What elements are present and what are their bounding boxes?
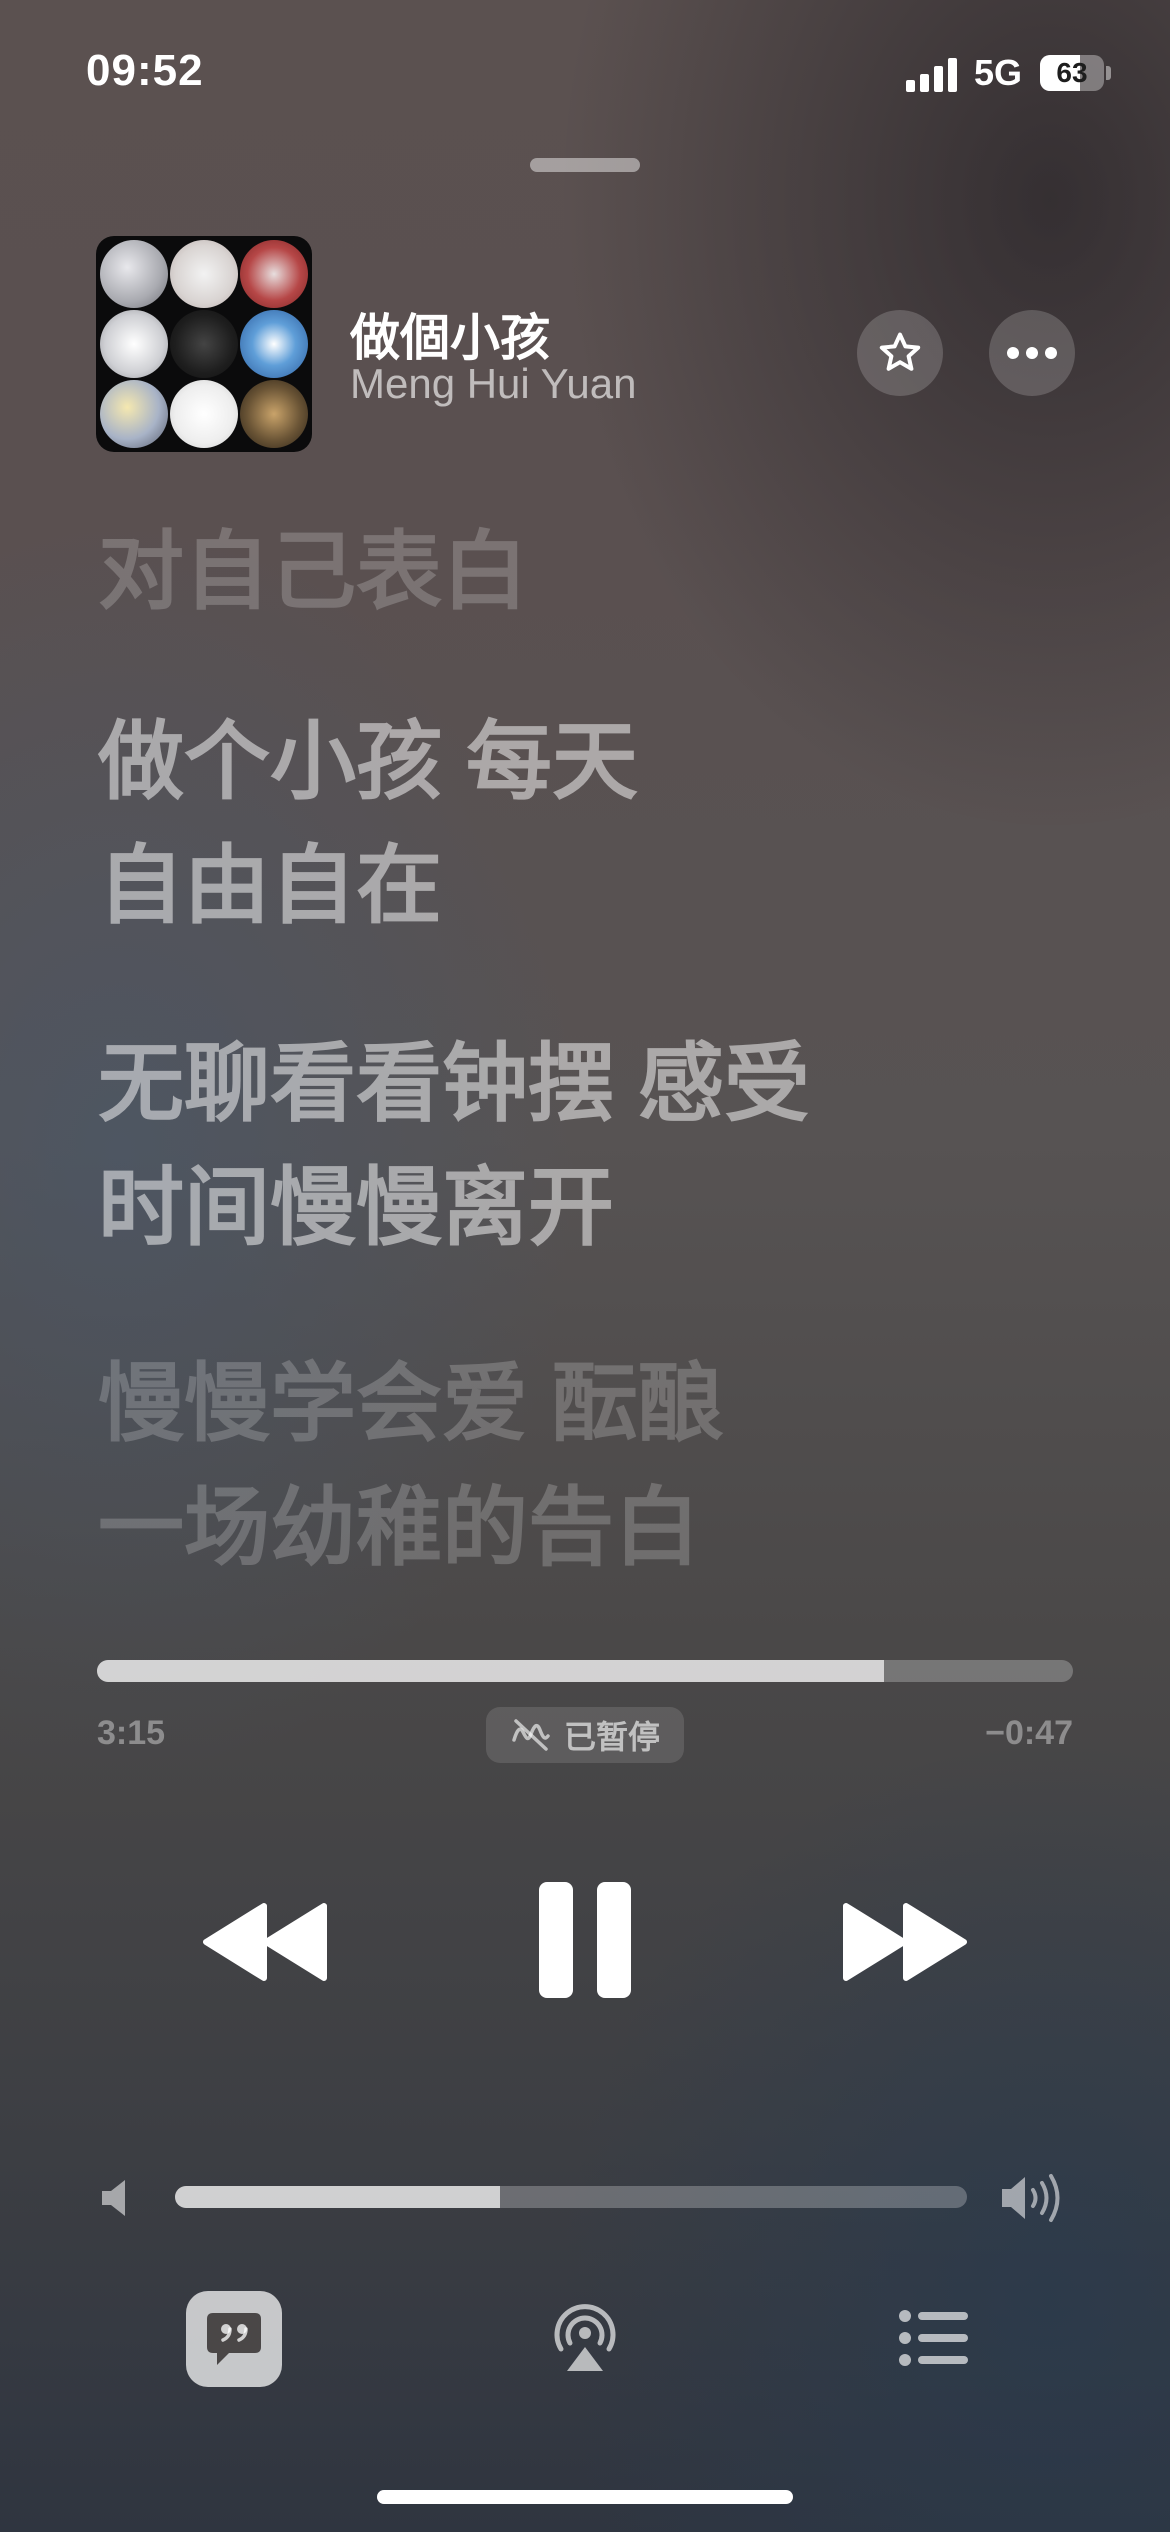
signal-icon [906,58,960,92]
lyric-line-upcoming[interactable]: 慢慢学会爱 酝酿 一场幼稚的告白 [98,1342,724,1590]
lyric-text: 自由自在 [98,838,442,934]
airplay-icon [554,2304,616,2371]
album-artwork[interactable] [96,236,312,452]
lyric-line[interactable]: 无聊看看钟摆 感受 时间慢慢离开 [98,1022,810,1270]
lyric-line[interactable]: 做个小孩 每天 自由自在 [98,700,638,948]
playback-progress-fill [97,1660,884,1682]
favorite-button[interactable] [857,310,943,396]
fast-forward-icon [843,1903,967,1981]
fast-forward-button[interactable] [840,1898,970,1986]
sheet-grabber[interactable] [530,158,640,172]
status-time: 09:52 [86,46,204,95]
volume-slider[interactable] [175,2186,967,2208]
rewind-button[interactable] [200,1898,330,1986]
lyric-text: 做个小孩 每天 [98,714,638,810]
paused-status-badge: 已暂停 [486,1707,684,1763]
volume-slider-fill [175,2186,500,2208]
lyric-text: 一场幼稚的告白 [98,1480,700,1576]
lyric-text: 慢慢学会爱 酝酿 [98,1356,724,1452]
battery-percent: 63 [1056,57,1088,88]
airplay-button[interactable] [549,2303,621,2375]
rewind-icon [203,1903,327,1981]
speaker-low-icon [98,2176,138,2220]
more-button[interactable] [989,310,1075,396]
pause-icon [539,1882,631,1998]
speaker-high-icon [1000,2170,1070,2226]
remaining-time: −0:47 [985,1714,1073,1752]
star-icon [879,332,921,371]
battery-tip [1106,66,1111,80]
home-indicator[interactable] [377,2490,793,2504]
lyrics-quote-icon [207,2313,261,2365]
ellipsis-icon [1007,347,1057,359]
elapsed-time: 3:15 [97,1714,166,1752]
playback-scrubber[interactable] [97,1660,1073,1682]
lyric-line-past[interactable]: 对自己表白 [98,510,528,634]
paused-status-label: 已暂停 [563,1719,660,1755]
queue-list-icon [899,2310,968,2366]
lyric-text: 无聊看看钟摆 感受 [98,1036,810,1132]
queue-button[interactable] [898,2308,970,2368]
lyric-text: 对自己表白 [98,524,528,620]
lossless-off-icon [512,1719,550,1751]
artist-name[interactable]: Meng Hui Yuan [350,360,636,408]
pause-button[interactable] [533,1878,637,2002]
battery-icon: 63 [1040,55,1104,91]
network-label: 5G [974,52,1023,93]
lyric-text: 时间慢慢离开 [98,1160,614,1256]
lyrics-button[interactable] [186,2291,282,2387]
